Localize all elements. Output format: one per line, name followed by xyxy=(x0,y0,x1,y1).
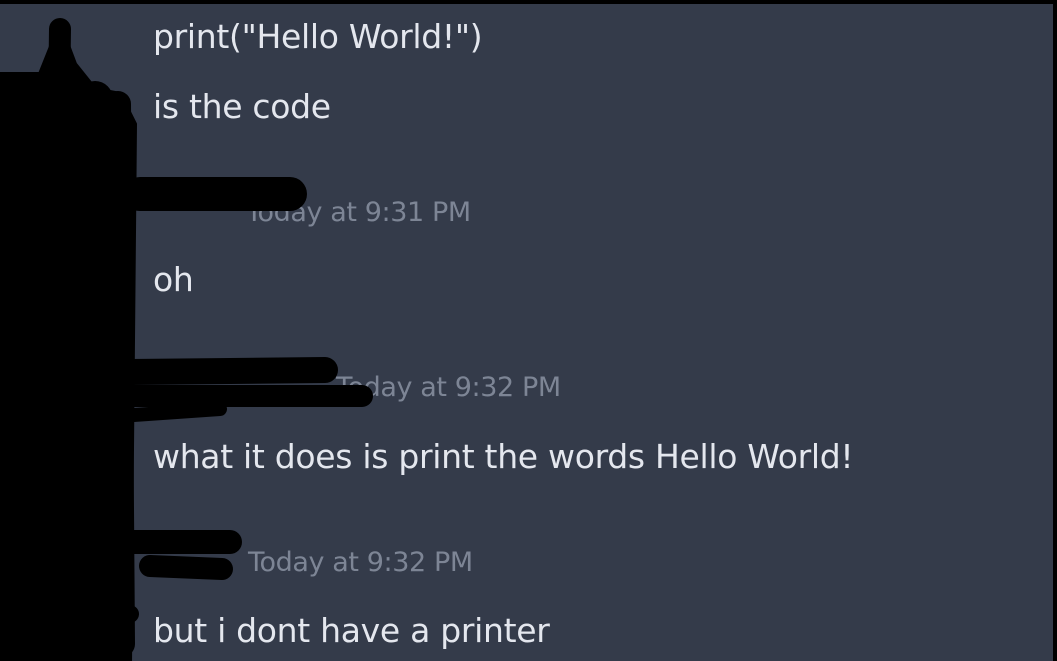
message-text: but i dont have a printer xyxy=(153,611,550,650)
message-text: is the code xyxy=(153,87,331,126)
message-text: oh xyxy=(153,260,194,299)
message-text: print("Hello World!") xyxy=(153,17,483,56)
message-timestamp: Today at 9:32 PM xyxy=(336,372,561,403)
screenshot-frame: print("Hello World!") is the code Today … xyxy=(0,0,1057,661)
message-text: what it does is print the words Hello Wo… xyxy=(153,437,854,476)
message-timestamp: Today at 9:32 PM xyxy=(248,547,473,578)
chat-message-area[interactable]: print("Hello World!") is the code Today … xyxy=(0,4,1053,661)
message-timestamp: Today at 9:31 PM xyxy=(246,197,471,228)
